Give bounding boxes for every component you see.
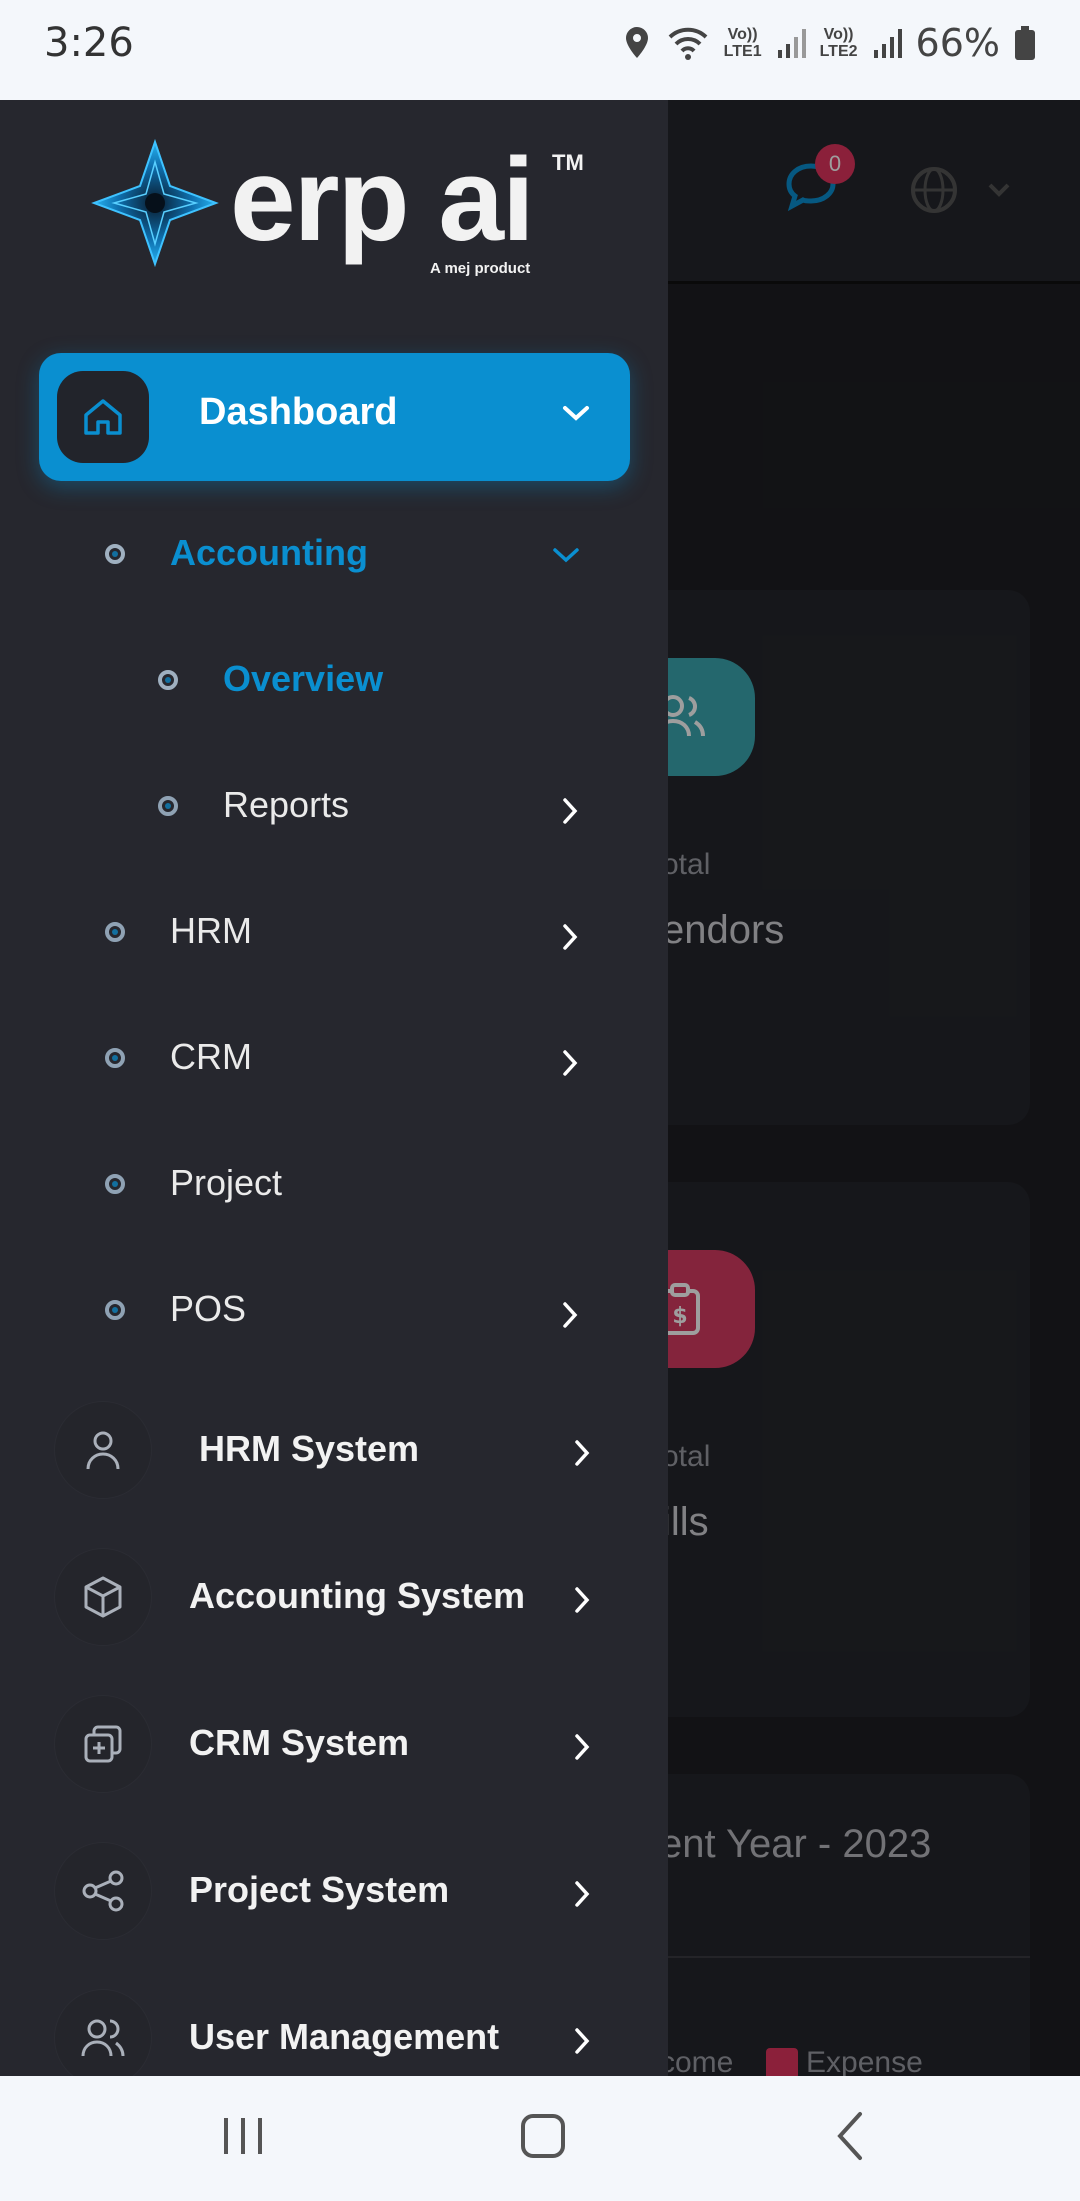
dashboard-icon-box [57,371,149,463]
sidebar-item-hrm[interactable]: HRM [0,892,668,972]
chevron-right-icon [575,1734,590,1760]
overview-label: Overview [223,658,384,699]
hrm-system-label: HRM System [199,1428,420,1469]
recents-icon[interactable] [220,2106,266,2166]
lte1-label: Vo)) LTE1 [723,26,762,60]
status-bar: 3:26 Vo)) LTE1 Vo)) LTE2 66% [0,0,1080,100]
chevron-right-icon [575,1440,590,1466]
chevron-right-icon [575,1881,590,1907]
sidebar-item-overview[interactable]: Overview [0,640,668,720]
sidebar-item-accounting-system[interactable]: Accounting System [55,1549,615,1649]
chevron-down-icon [563,406,589,421]
home-icon [84,399,122,435]
logo-tagline: A mej product [430,260,531,277]
signal2-icon [873,29,902,58]
user-management-label: User Management [189,2016,500,2057]
home-button-icon[interactable] [518,2106,568,2166]
chevron-down-icon [553,548,579,563]
project-label: Project [170,1162,283,1203]
signal1-icon [777,29,806,58]
sidebar-item-project-system[interactable]: Project System [55,1843,615,1943]
sidebar-item-project[interactable]: Project [0,1144,668,1224]
chevron-right-icon [563,924,578,950]
bullet-icon [158,670,178,690]
sidebar-item-dashboard[interactable]: Dashboard [39,353,630,481]
bullet-icon [158,796,178,816]
project-system-label: Project System [189,1869,450,1910]
bullet-icon [105,1174,125,1194]
sidebar-item-user-management[interactable]: User Management [55,1990,615,2076]
hrm-label: HRM [170,910,252,951]
location-icon [625,27,648,58]
wifi-icon [668,27,708,60]
accounting-system-label: Accounting System [189,1575,526,1616]
logo-wordmark: erp ai [230,134,535,266]
accounting-system-icon-box [55,1549,151,1645]
battery-icon [1015,26,1035,60]
sidebar-item-reports[interactable]: Reports [0,766,668,846]
project-system-icon-box [55,1843,151,1939]
box-icon [84,1576,122,1618]
user-icon [86,1431,120,1470]
chevron-right-icon [563,1050,578,1076]
layers-icon [84,1725,122,1763]
chevron-right-icon [575,2028,590,2054]
sidebar-item-crm[interactable]: CRM [0,1018,668,1098]
user-management-icon-box [55,1990,151,2076]
bullet-icon [105,1300,125,1320]
lte2-label: Vo)) LTE2 [819,26,858,60]
bullet-icon [105,544,125,564]
sidebar-item-hrm-system[interactable]: HRM System [55,1402,615,1502]
crm-system-label: CRM System [189,1722,410,1763]
pos-label: POS [170,1288,247,1329]
dashboard-label: Dashboard [199,391,398,433]
sidebar-drawer: erp ai TM A mej product Dashboard Accoun… [0,100,668,2076]
chevron-right-icon [563,1302,578,1328]
share-icon [82,1870,124,1912]
back-icon[interactable] [830,2106,870,2166]
android-nav-bar [0,2076,1080,2201]
accounting-label: Accounting [170,532,368,573]
users-icon [81,2019,125,2057]
hrm-system-icon-box [55,1402,151,1498]
erp-ai-logo: erp ai TM A mej product [90,132,590,277]
reports-label: Reports [223,784,350,825]
logo-emblem-icon [91,138,219,268]
sidebar-item-crm-system[interactable]: CRM System [55,1696,615,1796]
logo-trademark: TM [552,150,584,175]
bullet-icon [105,1048,125,1068]
bullet-icon [105,922,125,942]
sidebar-item-pos[interactable]: POS [0,1270,668,1350]
chevron-right-icon [563,798,578,824]
status-time: 3:26 [44,20,134,66]
chevron-right-icon [575,1587,590,1613]
crm-label: CRM [170,1036,252,1077]
crm-system-icon-box [55,1696,151,1792]
battery-percent: 66% [915,21,1000,65]
sidebar-item-accounting[interactable]: Accounting [0,514,668,594]
status-icons: Vo)) LTE1 Vo)) LTE2 66% [622,18,1036,68]
